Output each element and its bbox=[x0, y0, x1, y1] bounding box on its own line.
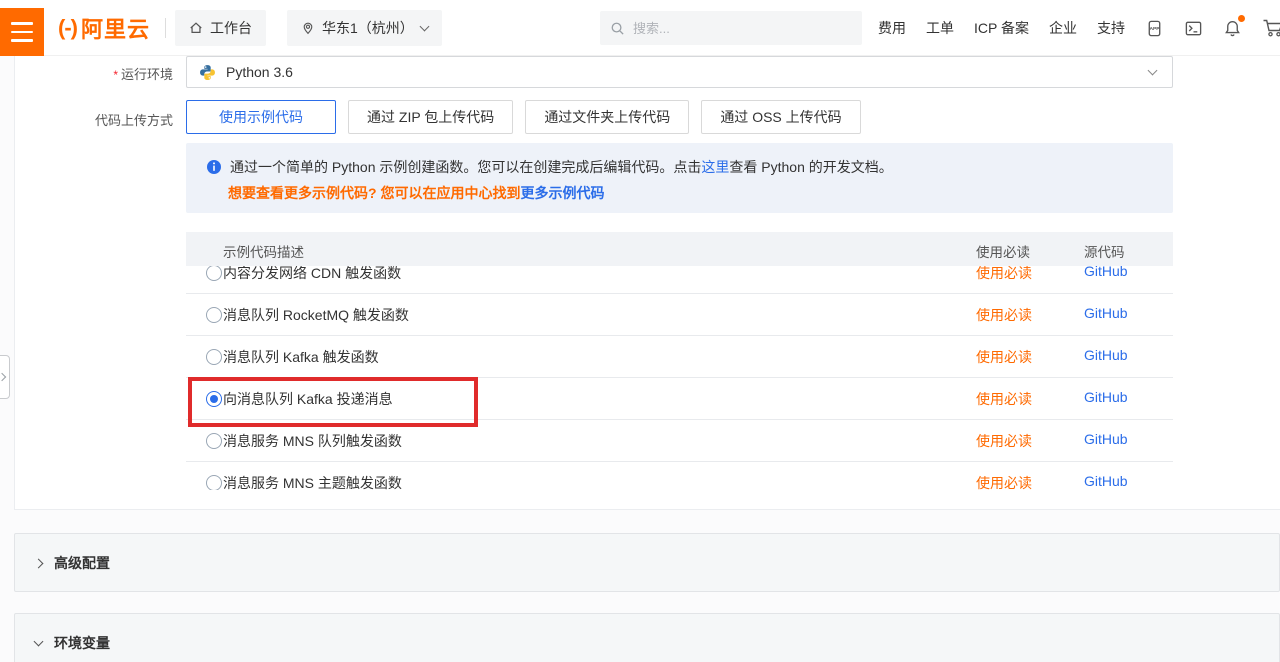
table-row[interactable]: 内容分发网络 CDN 触发函数 使用必读 GitHub bbox=[186, 266, 1173, 294]
runtime-label: 运行环境 bbox=[15, 64, 173, 83]
tab-zip-upload[interactable]: 通过 ZIP 包上传代码 bbox=[348, 100, 513, 134]
upload-method-label: 代码上传方式 bbox=[15, 110, 173, 129]
workbench-label: 工作台 bbox=[210, 18, 252, 38]
read-first-link[interactable]: 使用必读 bbox=[976, 347, 1032, 367]
cloudshell-terminal-icon[interactable] bbox=[1184, 19, 1203, 38]
chevron-right-icon bbox=[0, 373, 6, 381]
nav-link-tickets[interactable]: 工单 bbox=[926, 18, 954, 38]
python-icon bbox=[199, 64, 216, 81]
advanced-config-title: 高级配置 bbox=[54, 553, 110, 573]
sample-code-table: 示例代码描述 使用必读 源代码 内容分发网络 CDN 触发函数 使用必读 Git… bbox=[186, 232, 1173, 490]
logo-text: 阿里云 bbox=[81, 12, 150, 44]
select-chevron-icon bbox=[1148, 66, 1158, 76]
read-first-link[interactable]: 使用必读 bbox=[976, 305, 1032, 325]
sample-radio[interactable] bbox=[206, 475, 222, 490]
location-pin-icon bbox=[301, 21, 315, 35]
table-body-scroll[interactable]: 内容分发网络 CDN 触发函数 使用必读 GitHub 消息队列 RocketM… bbox=[186, 266, 1173, 490]
cart-icon[interactable] bbox=[1262, 18, 1280, 38]
notifications-bell-icon[interactable] bbox=[1223, 19, 1242, 38]
more-samples-link[interactable]: 更多示例代码 bbox=[520, 185, 604, 201]
create-function-card: 运行环境 Python 3.6 代码上传方式 使用示例代码 通过 ZIP 包上传… bbox=[14, 56, 1280, 510]
nav-link-icp[interactable]: ICP 备案 bbox=[974, 18, 1029, 38]
logo-bracket-icon: (-) bbox=[58, 15, 77, 41]
github-link[interactable]: GitHub bbox=[1084, 266, 1128, 279]
sample-radio[interactable] bbox=[206, 433, 222, 449]
upload-method-tabs: 使用示例代码 通过 ZIP 包上传代码 通过文件夹上传代码 通过 OSS 上传代… bbox=[186, 100, 861, 134]
table-row[interactable]: 消息队列 Kafka 触发函数 使用必读 GitHub bbox=[186, 336, 1173, 378]
nav-right-group: 费用 工单 ICP 备案 企业 支持 APP bbox=[878, 0, 1280, 56]
github-link[interactable]: GitHub bbox=[1084, 473, 1128, 489]
env-variables-header[interactable]: 环境变量 bbox=[15, 614, 1279, 662]
workbench-button[interactable]: 工作台 bbox=[175, 10, 266, 46]
github-link[interactable]: GitHub bbox=[1084, 347, 1128, 363]
table-row-selected[interactable]: 向消息队列 Kafka 投递消息 使用必读 GitHub bbox=[186, 378, 1173, 420]
top-nav: (-) 阿里云 工作台 华东1（杭州） 费用 工单 ICP 备案 企业 支持 A… bbox=[0, 0, 1280, 56]
drawer-expand-handle[interactable] bbox=[0, 355, 10, 399]
github-link[interactable]: GitHub bbox=[1084, 389, 1128, 405]
runtime-value: Python 3.6 bbox=[226, 64, 293, 80]
mobile-app-icon[interactable]: APP bbox=[1145, 19, 1164, 38]
read-first-link[interactable]: 使用必读 bbox=[976, 389, 1032, 409]
info-text: 通过一个简单的 Python 示例创建函数。您可以在创建完成后编辑代码。点击这里… bbox=[230, 157, 893, 177]
nav-link-enterprise[interactable]: 企业 bbox=[1049, 18, 1077, 38]
hamburger-menu-icon[interactable] bbox=[0, 8, 44, 56]
advanced-config-header[interactable]: 高级配置 bbox=[15, 534, 1279, 592]
chevron-right-icon bbox=[34, 558, 44, 568]
header-source: 源代码 bbox=[1084, 241, 1125, 261]
table-row[interactable]: 消息服务 MNS 队列触发函数 使用必读 GitHub bbox=[186, 420, 1173, 462]
tab-folder-upload[interactable]: 通过文件夹上传代码 bbox=[525, 100, 689, 134]
sample-radio[interactable] bbox=[206, 307, 222, 323]
table-header: 示例代码描述 使用必读 源代码 bbox=[186, 232, 1173, 266]
tab-oss-upload[interactable]: 通过 OSS 上传代码 bbox=[701, 100, 860, 134]
read-first-link[interactable]: 使用必读 bbox=[976, 473, 1032, 490]
alicloud-logo[interactable]: (-) 阿里云 bbox=[58, 0, 150, 56]
chevron-down-icon bbox=[34, 637, 44, 647]
search-input[interactable] bbox=[633, 21, 833, 36]
sample-radio[interactable] bbox=[206, 349, 222, 365]
notification-dot bbox=[1238, 15, 1245, 22]
region-selector[interactable]: 华东1（杭州） bbox=[287, 10, 442, 46]
header-desc: 示例代码描述 bbox=[223, 241, 304, 261]
info-icon bbox=[206, 159, 222, 175]
nav-divider bbox=[165, 18, 166, 38]
github-link[interactable]: GitHub bbox=[1084, 305, 1128, 321]
nav-link-billing[interactable]: 费用 bbox=[878, 18, 906, 38]
global-search[interactable] bbox=[600, 11, 862, 45]
chevron-down-icon bbox=[419, 22, 429, 32]
svg-text:APP: APP bbox=[1149, 25, 1160, 31]
docs-here-link[interactable]: 这里 bbox=[701, 159, 729, 175]
runtime-select[interactable]: Python 3.6 bbox=[186, 56, 1173, 88]
advanced-config-panel: 高级配置 bbox=[14, 533, 1280, 592]
sample-info-box: 通过一个简单的 Python 示例创建函数。您可以在创建完成后编辑代码。点击这里… bbox=[186, 143, 1173, 213]
github-link[interactable]: GitHub bbox=[1084, 431, 1128, 447]
env-variables-panel: 环境变量 bbox=[14, 613, 1280, 662]
read-first-link[interactable]: 使用必读 bbox=[976, 431, 1032, 451]
sample-radio-selected[interactable] bbox=[206, 391, 222, 407]
read-first-link[interactable]: 使用必读 bbox=[976, 266, 1032, 283]
sample-radio[interactable] bbox=[206, 266, 222, 281]
home-icon bbox=[189, 21, 203, 35]
region-label: 华东1（杭州） bbox=[322, 18, 414, 38]
env-variables-title: 环境变量 bbox=[54, 633, 110, 653]
table-row[interactable]: 消息队列 RocketMQ 触发函数 使用必读 GitHub bbox=[186, 294, 1173, 336]
tab-sample-code[interactable]: 使用示例代码 bbox=[186, 100, 336, 134]
table-row[interactable]: 消息服务 MNS 主题触发函数 使用必读 GitHub bbox=[186, 462, 1173, 490]
more-samples-text: 想要查看更多示例代码? 您可以在应用中心找到更多示例代码 bbox=[228, 183, 604, 203]
search-icon bbox=[610, 21, 625, 36]
nav-link-support[interactable]: 支持 bbox=[1097, 18, 1125, 38]
header-read: 使用必读 bbox=[976, 241, 1030, 261]
